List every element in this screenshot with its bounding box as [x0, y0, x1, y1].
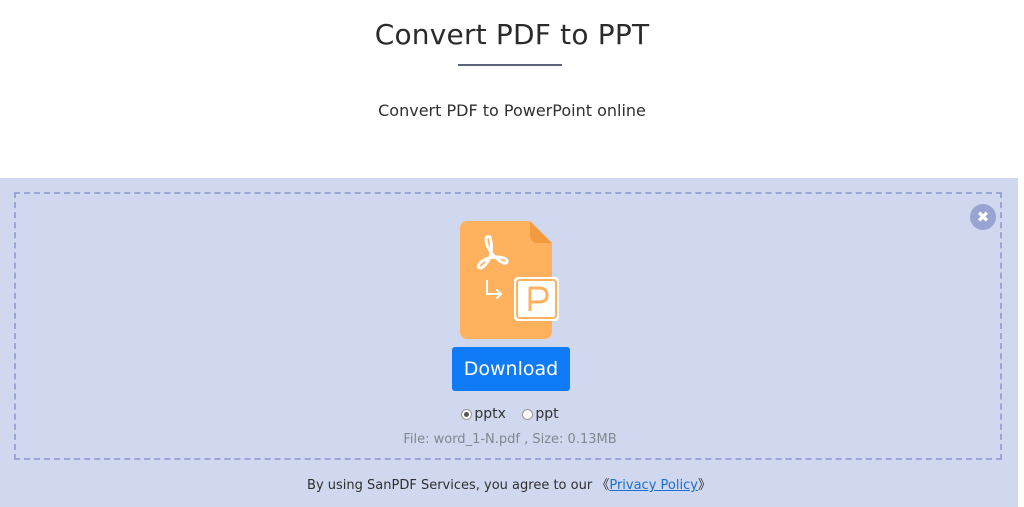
terms-footer: By using SanPDF Services, you agree to o…: [0, 474, 1018, 493]
converter-panel: ✖ Download pptx ppt File: word_1-N.pdf ,…: [0, 178, 1018, 507]
format-options: pptx ppt: [16, 406, 1004, 424]
close-icon[interactable]: ✖: [970, 204, 996, 230]
format-option-pptx[interactable]: pptx: [461, 406, 506, 422]
download-button[interactable]: Download: [452, 347, 570, 391]
page-subtitle: Convert PDF to PowerPoint online: [378, 101, 646, 120]
ppt-label: ppt: [535, 406, 559, 422]
privacy-policy-link[interactable]: Privacy Policy: [609, 478, 698, 493]
bracket-close: 》: [697, 478, 711, 493]
terms-text: By using SanPDF Services, you agree to o…: [307, 478, 597, 493]
format-option-ppt[interactable]: ppt: [522, 406, 559, 422]
pptx-radio[interactable]: [461, 408, 473, 420]
file-drop-zone[interactable]: ✖ Download pptx ppt File: word_1-N.pdf ,…: [14, 192, 1002, 460]
bracket-open: 《: [596, 478, 610, 493]
title-underline: [458, 64, 562, 66]
ppt-radio[interactable]: [522, 408, 534, 420]
file-info: File: word_1-N.pdf , Size: 0.13MB: [403, 432, 617, 447]
page-title: Convert PDF to PPT: [374, 18, 650, 51]
pptx-label: pptx: [474, 406, 506, 422]
pdf-to-ppt-file-icon: [460, 221, 559, 339]
page: Convert PDF to PPT Convert PDF to PowerP…: [0, 0, 1024, 507]
